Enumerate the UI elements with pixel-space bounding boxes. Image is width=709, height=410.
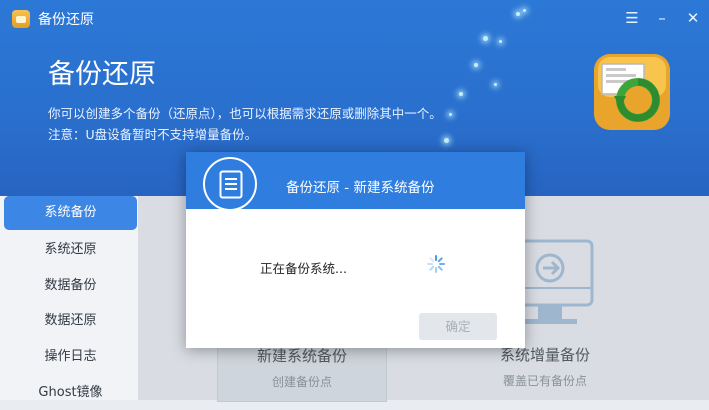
menu-button[interactable]: ☰ <box>620 6 644 30</box>
description-line: 你可以创建多个备份（还原点），也可以根据需求还原或删除其中一个。 <box>48 106 442 121</box>
sparkle-dot <box>444 138 449 143</box>
minimize-button[interactable]: – <box>650 6 674 30</box>
sidebar-item-data-restore[interactable]: 数据还原 <box>4 304 137 338</box>
ok-button[interactable]: 确定 <box>419 313 497 340</box>
title-bar: 备份还原 ☰ – ✕ <box>0 0 709 36</box>
sidebar-item-system-backup[interactable]: 系统备份 <box>4 196 137 230</box>
dialog-header: 备份还原 - 新建系统备份 <box>186 152 525 211</box>
sparkle-dot <box>494 83 497 86</box>
sidebar: 系统备份 系统还原 数据备份 数据还原 操作日志 Ghost镜像 <box>0 196 138 400</box>
sidebar-item-operation-log[interactable]: 操作日志 <box>4 340 137 374</box>
sparkle-dot <box>459 92 463 96</box>
backup-restore-icon <box>594 54 670 130</box>
app-logo-icon <box>12 10 30 28</box>
sparkle-dot <box>483 36 488 41</box>
card-subtitle: 创建备份点 <box>271 375 332 389</box>
sparkle-dot <box>474 63 478 67</box>
sidebar-item-ghost-image[interactable]: Ghost镜像 <box>4 376 137 410</box>
sparkle-dot <box>449 113 452 116</box>
card-title: 新建系统备份 <box>256 347 347 365</box>
document-icon <box>203 157 257 211</box>
sidebar-item-system-restore[interactable]: 系统还原 <box>4 233 137 267</box>
page-title: 备份还原 <box>48 59 156 90</box>
loading-spinner-icon <box>427 255 445 273</box>
close-button[interactable]: ✕ <box>681 6 705 30</box>
sparkle-dot <box>499 40 502 43</box>
progress-dialog: 备份还原 - 新建系统备份 正在备份系统... 确定 <box>186 152 525 348</box>
progress-message: 正在备份系统... <box>260 261 347 276</box>
sidebar-item-data-backup[interactable]: 数据备份 <box>4 269 137 303</box>
note-line: 注意：U盘设备暂时不支持增量备份。 <box>48 127 258 142</box>
card-subtitle: 覆盖已有备份点 <box>502 374 587 388</box>
app-title: 备份还原 <box>38 12 94 28</box>
dialog-title: 备份还原 - 新建系统备份 <box>286 180 435 196</box>
